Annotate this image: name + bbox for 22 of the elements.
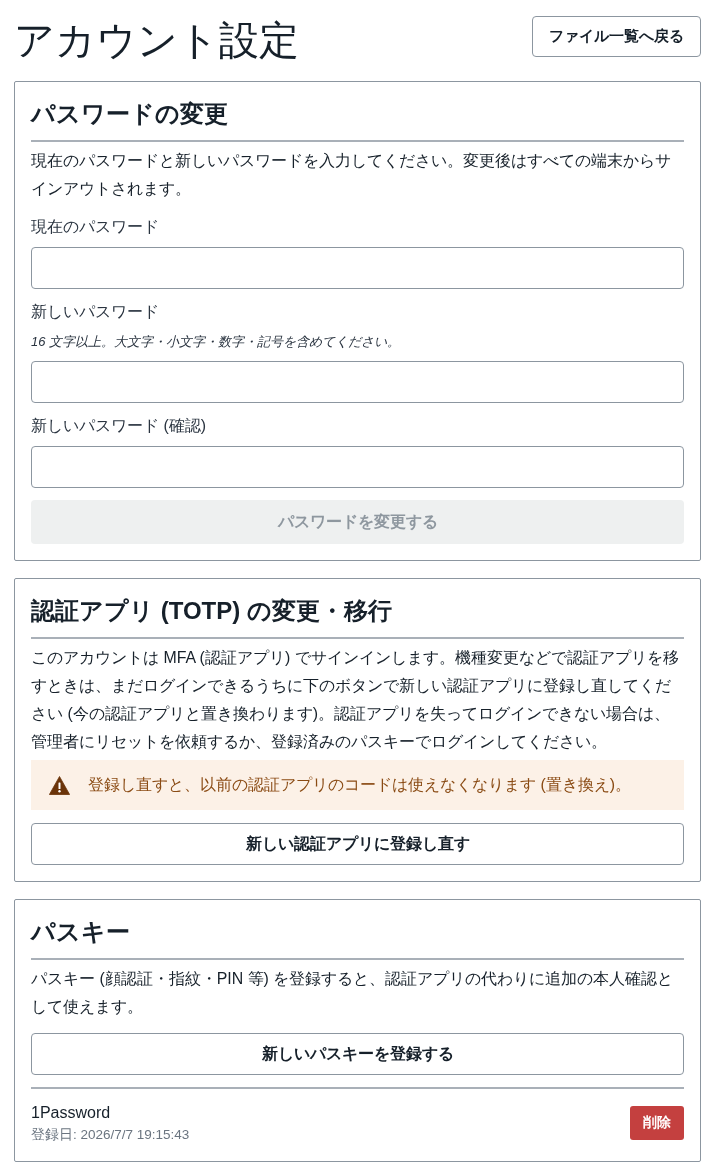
back-button[interactable]: ファイル一覧へ戻る bbox=[532, 16, 701, 57]
field-hint: 16 文字以上。大文字・小文字・数字・記号を含めてください。 bbox=[31, 333, 402, 351]
reregister-button[interactable]: 新しい認証アプリに登録し直す bbox=[31, 823, 684, 865]
password-field[interactable] bbox=[31, 361, 684, 403]
password-field[interactable] bbox=[31, 446, 684, 488]
section-heading: パスワードの変更 bbox=[31, 99, 229, 129]
delete-button[interactable]: 削除 bbox=[630, 1106, 684, 1140]
section-heading: 認証アプリ (TOTP) の変更・移行 bbox=[31, 596, 393, 626]
password-field[interactable] bbox=[31, 247, 684, 289]
passkey-date: 登録日: 2026/7/7 19:15:43 bbox=[31, 1126, 190, 1144]
register-passkey-button[interactable]: 新しいパスキーを登録する bbox=[31, 1033, 684, 1075]
section-description: パスキー (顔認証・指紋・PIN 等) を登録すると、認証アプリの代わりに追加の本人確認として使えます。 bbox=[31, 969, 675, 1017]
warning-icon bbox=[49, 775, 70, 795]
warning-text: 登録し直すと、以前の認証アプリのコードは使えなくなります (置き換え)。 bbox=[88, 775, 631, 795]
field-label: 新しいパスワード bbox=[31, 302, 160, 322]
page-title: アカウント設定 bbox=[14, 17, 299, 64]
section-heading: パスキー bbox=[31, 917, 131, 947]
field-label: 現在のパスワード bbox=[31, 217, 160, 237]
section-description: このアカウントは MFA (認証アプリ) でサインインします。機種変更などで認証アプリを移すときは、まだログインできるうちに下のボタンで新しい認証アプリに登録し直してください (今の認証アプリと置き換わります)。認証アプリを失ってログインできない場合は、管理者にリセットを依頼するか、登録済みのパスキーでログインしてください。 bbox=[31, 648, 680, 752]
section-description: 現在のパスワードと新しいパスワードを入力してください。変更後はすべての端末からサインアウトされます。 bbox=[31, 151, 672, 199]
field-label: 新しいパスワード (確認) bbox=[31, 416, 207, 436]
passkey-name: 1Password bbox=[31, 1103, 112, 1123]
